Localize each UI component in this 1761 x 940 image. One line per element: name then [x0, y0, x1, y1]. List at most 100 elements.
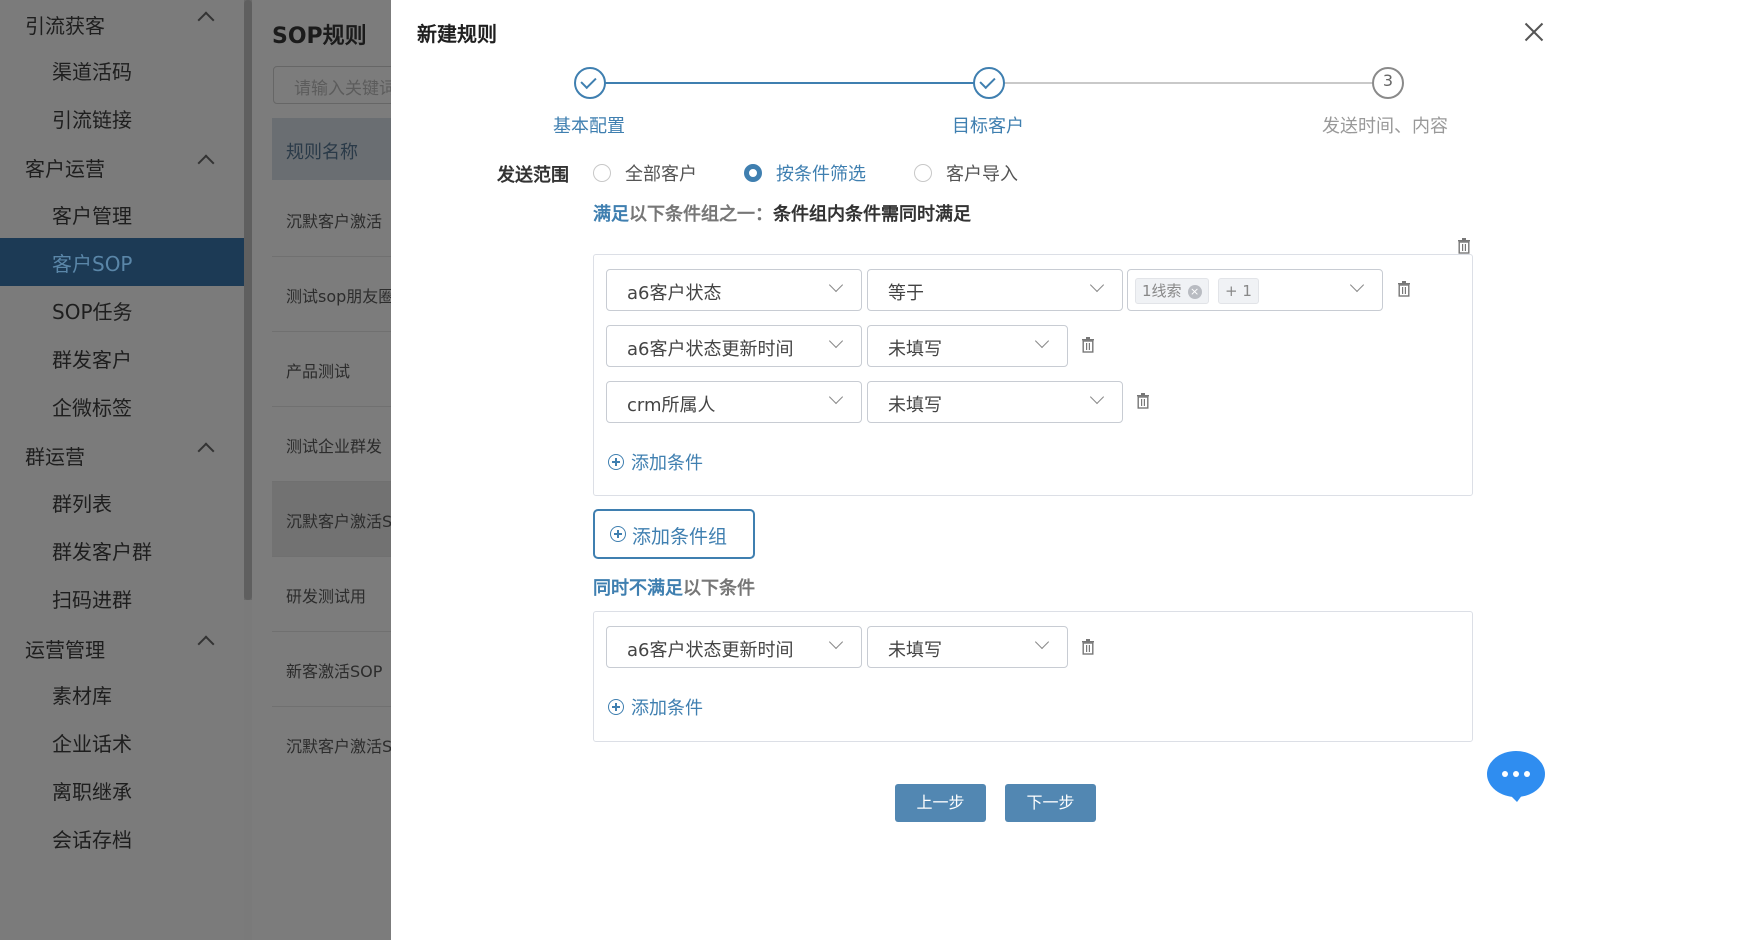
- radio-label: 全部客户: [625, 164, 697, 185]
- add-condition-group-button[interactable]: 添加条件组: [593, 509, 755, 559]
- select-value: 未填写: [888, 339, 942, 360]
- table-cell: 沉默客户激活S: [286, 737, 393, 756]
- chevron-down-icon: [828, 333, 844, 349]
- table-cell: 研发测试用: [286, 587, 367, 606]
- sidebar-item-label: 客户管理: [52, 203, 132, 228]
- step-2-label: 目标客户: [952, 116, 1024, 137]
- delete-condition-trash-icon[interactable]: [1081, 639, 1095, 655]
- sidebar-item-group-list[interactable]: 群列表: [0, 478, 244, 526]
- sidebar-item-label: 客户SOP: [52, 251, 133, 276]
- step-3-number: 3: [1382, 71, 1394, 90]
- sidebar-item-mass-group[interactable]: 群发客户群: [0, 526, 244, 574]
- list-page: SOP规则 请输入关键词 规则名称 沉默客户激活 测试sop朋友圈 产品测试 测…: [252, 0, 415, 940]
- scrollbar-thumb[interactable]: [244, 0, 252, 600]
- sidebar-scrollbar[interactable]: [244, 0, 252, 600]
- add-condition-link[interactable]: 添加条件: [608, 694, 703, 720]
- chevron-up-icon: [197, 11, 215, 29]
- sidebar-item-drainage-link[interactable]: 引流链接: [0, 94, 244, 142]
- chevron-up-icon: [197, 635, 215, 653]
- condition-field-select[interactable]: a6客户状态: [606, 269, 862, 311]
- sidebar-item-customer-sop[interactable]: 客户SOP: [0, 238, 244, 286]
- more-count-tag: + 1: [1218, 278, 1259, 304]
- add-group-label: 添加条件组: [632, 526, 728, 548]
- next-step-button[interactable]: 下一步: [1005, 784, 1096, 822]
- step-3-circle: 3: [1372, 67, 1404, 99]
- radio-all-customers[interactable]: 全部客户: [593, 160, 697, 186]
- title-part: 满足: [593, 204, 629, 225]
- sidebar-item-resign-inherit[interactable]: 离职继承: [0, 766, 244, 814]
- search-placeholder: 请输入关键词: [294, 79, 396, 99]
- delete-condition-trash-icon[interactable]: [1081, 337, 1095, 353]
- sidebar-item-customer-management[interactable]: 客户管理: [0, 190, 244, 238]
- sidebar-group-label: 客户运营: [25, 156, 105, 181]
- chevron-down-icon: [1034, 333, 1050, 349]
- value-tag[interactable]: 1线索 ×: [1135, 278, 1209, 304]
- step-1-check-icon: [574, 67, 606, 99]
- chevron-up-icon: [197, 154, 215, 172]
- sidebar-item-scan-join[interactable]: 扫码进群: [0, 574, 244, 622]
- sidebar-item-label: 引流链接: [52, 107, 132, 132]
- sidebar-item-channel-code[interactable]: 渠道活码: [0, 46, 244, 94]
- plus-circle-icon: [608, 699, 624, 715]
- table-cell: 新客激活SOP: [286, 662, 383, 681]
- exclude-condition-group: a6客户状态更新时间 未填写 添加条件: [593, 611, 1473, 742]
- condition-operator-select[interactable]: 未填写: [867, 626, 1068, 668]
- close-icon[interactable]: [1522, 20, 1546, 44]
- condition-value-multiselect[interactable]: 1线索 × + 1: [1127, 269, 1383, 311]
- sidebar-item-wecom-tags[interactable]: 企微标签: [0, 382, 244, 430]
- sidebar-item-label: 扫码进群: [52, 587, 132, 612]
- delete-condition-trash-icon[interactable]: [1397, 281, 1411, 297]
- sidebar: 引流获客 渠道活码 引流链接 客户运营 客户管理 客户SOP SOP任务 群发客…: [0, 0, 244, 940]
- chevron-up-icon: [197, 442, 215, 460]
- condition-operator-select[interactable]: 等于: [867, 269, 1123, 311]
- chevron-down-icon: [1089, 389, 1105, 405]
- sidebar-item-chat-archive[interactable]: 会话存档: [0, 814, 244, 862]
- step-connector-todo: [1004, 82, 1374, 84]
- prev-step-button[interactable]: 上一步: [895, 784, 986, 822]
- radio-filter-by-condition[interactable]: 按条件筛选: [744, 160, 866, 186]
- title-part: 以下条件组之一：: [629, 204, 773, 225]
- sidebar-item-label: 会话存档: [52, 827, 132, 852]
- sidebar-group-acquisition[interactable]: 引流获客: [0, 0, 244, 48]
- drawer-title: 新建规则: [417, 22, 497, 46]
- delete-condition-trash-icon[interactable]: [1136, 393, 1150, 409]
- radio-label: 客户导入: [946, 164, 1018, 185]
- sidebar-item-materials[interactable]: 素材库: [0, 670, 244, 718]
- sidebar-item-mass-customer[interactable]: 群发客户: [0, 334, 244, 382]
- chevron-down-icon: [828, 389, 844, 405]
- radio-import-customers[interactable]: 客户导入: [914, 160, 1018, 186]
- sidebar-item-sop-tasks[interactable]: SOP任务: [0, 286, 244, 334]
- exclude-section-title: 同时不满足以下条件: [593, 574, 755, 600]
- condition-operator-select[interactable]: 未填写: [867, 325, 1068, 367]
- satisfy-section-title: 满足以下条件组之一：条件组内条件需同时满足: [593, 200, 971, 226]
- tag-close-icon[interactable]: ×: [1187, 285, 1202, 299]
- select-value: 未填写: [888, 640, 942, 661]
- chat-bubble-icon[interactable]: [1487, 750, 1545, 802]
- tag-label: 1线索: [1142, 282, 1182, 300]
- sidebar-item-label: 群发客户群: [52, 539, 152, 564]
- condition-field-select[interactable]: a6客户状态更新时间: [606, 626, 862, 668]
- condition-operator-select[interactable]: 未填写: [867, 381, 1123, 423]
- chevron-down-icon: [828, 634, 844, 650]
- delete-group-trash-icon[interactable]: [1457, 238, 1471, 254]
- add-condition-label: 添加条件: [631, 453, 703, 474]
- radio-label: 按条件筛选: [776, 164, 866, 185]
- sidebar-group-group-ops[interactable]: 群运营: [0, 431, 244, 479]
- chevron-down-icon: [1034, 634, 1050, 650]
- condition-field-select[interactable]: a6客户状态更新时间: [606, 325, 862, 367]
- sidebar-item-label: 群列表: [52, 491, 112, 516]
- chevron-down-icon: [1349, 277, 1365, 293]
- add-condition-link[interactable]: 添加条件: [608, 449, 703, 475]
- plus-circle-icon: [610, 526, 626, 542]
- sidebar-group-operations[interactable]: 运营管理: [0, 624, 244, 672]
- step-1-label: 基本配置: [553, 116, 625, 137]
- title-part: 同时不满足: [593, 578, 683, 599]
- add-condition-label: 添加条件: [631, 698, 703, 719]
- sidebar-item-scripts[interactable]: 企业话术: [0, 718, 244, 766]
- select-value: a6客户状态: [627, 283, 722, 304]
- step-3-label: 发送时间、内容: [1322, 116, 1448, 137]
- step-connector-done: [605, 82, 989, 84]
- sidebar-group-customer-ops[interactable]: 客户运营: [0, 143, 244, 191]
- condition-field-select[interactable]: crm所属人: [606, 381, 862, 423]
- table-cell: 测试sop朋友圈: [286, 287, 395, 306]
